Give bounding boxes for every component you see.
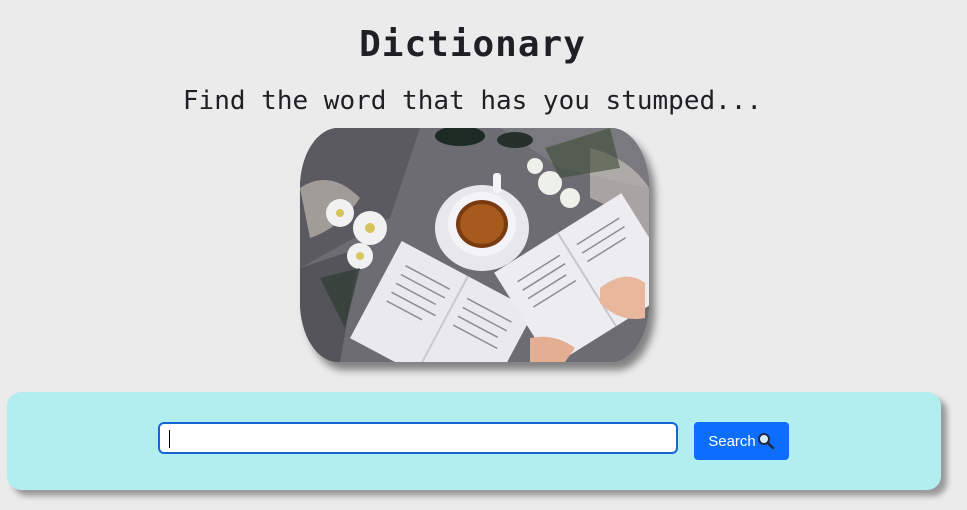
text-cursor <box>169 430 170 448</box>
books-and-tea-illustration <box>300 128 649 362</box>
search-button-label: Search <box>708 432 756 450</box>
hero-image <box>300 128 649 362</box>
search-button[interactable]: Search <box>694 422 789 460</box>
search-input[interactable] <box>158 422 678 454</box>
magnifying-glass-icon <box>757 432 775 450</box>
search-panel: Search <box>7 392 941 490</box>
page-title: Dictionary <box>359 24 586 65</box>
page-subtitle: Find the word that has you stumped... <box>182 86 763 116</box>
